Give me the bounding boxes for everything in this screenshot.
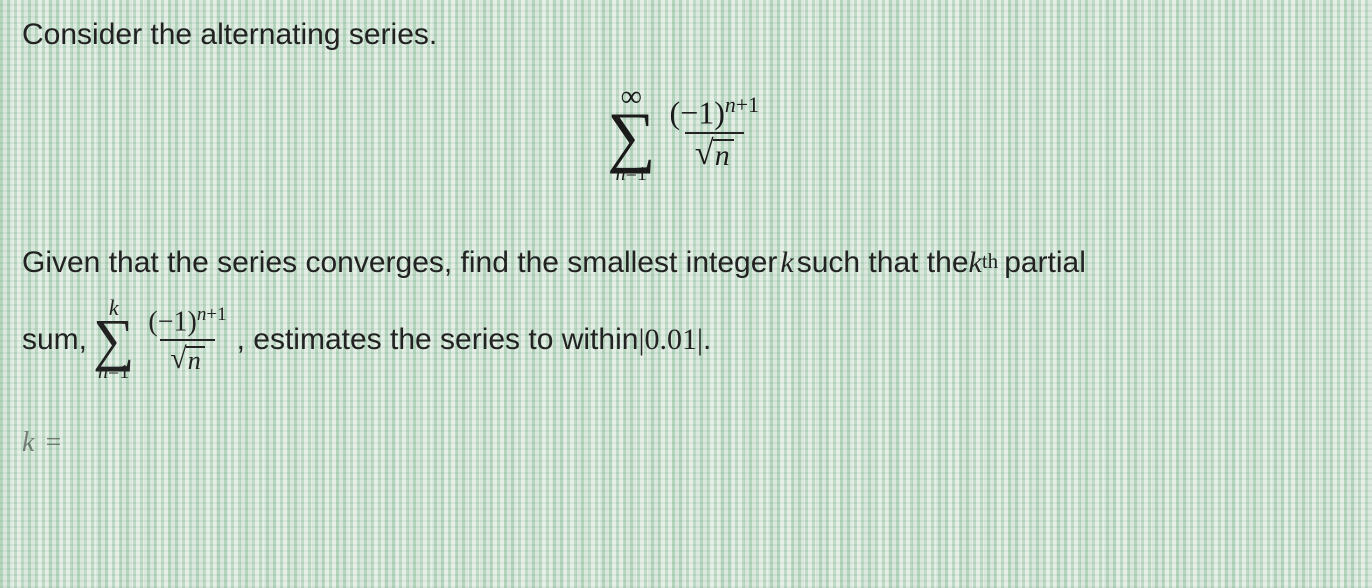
line2-prefix: sum, bbox=[22, 311, 87, 368]
sigma-lower-limit: n=1 bbox=[616, 164, 647, 184]
partial-sigma-symbol: ∑ bbox=[93, 315, 134, 364]
answer-prompt[interactable]: k = bbox=[22, 416, 1350, 469]
main-series-formula: ∞ ∑ n=1 (−1)n+1 √n bbox=[22, 82, 1350, 184]
variable-k-th: k bbox=[969, 234, 982, 291]
ordinal-th: th bbox=[982, 242, 998, 282]
question-segment-2: such that the bbox=[797, 234, 969, 291]
line2-end: . bbox=[703, 311, 711, 368]
answer-equals: = bbox=[45, 427, 61, 458]
answer-variable-k: k bbox=[22, 427, 34, 458]
question-segment-3: partial bbox=[1004, 234, 1086, 291]
line2-mid: , estimates the series to within bbox=[237, 311, 639, 368]
partial-sum-formula: k ∑ n=1 (−1)n+1 √n bbox=[93, 297, 233, 382]
problem-content: Consider the alternating series. ∞ ∑ n=1… bbox=[0, 0, 1372, 489]
tolerance-value: |0.01| bbox=[638, 311, 703, 368]
intro-text: Consider the alternating series. bbox=[22, 18, 1350, 52]
sigma-symbol: ∑ bbox=[607, 108, 655, 166]
partial-denominator: √n bbox=[160, 339, 214, 374]
variable-k: k bbox=[780, 234, 793, 291]
question-text: Given that the series converges, find th… bbox=[22, 234, 1350, 469]
fraction-numerator: (−1)n+1 bbox=[664, 95, 765, 132]
partial-sigma-lower: n=1 bbox=[98, 362, 129, 382]
question-segment-1: Given that the series converges, find th… bbox=[22, 234, 777, 291]
fraction-denominator: √n bbox=[685, 132, 744, 171]
partial-numerator: (−1)n+1 bbox=[142, 305, 232, 339]
